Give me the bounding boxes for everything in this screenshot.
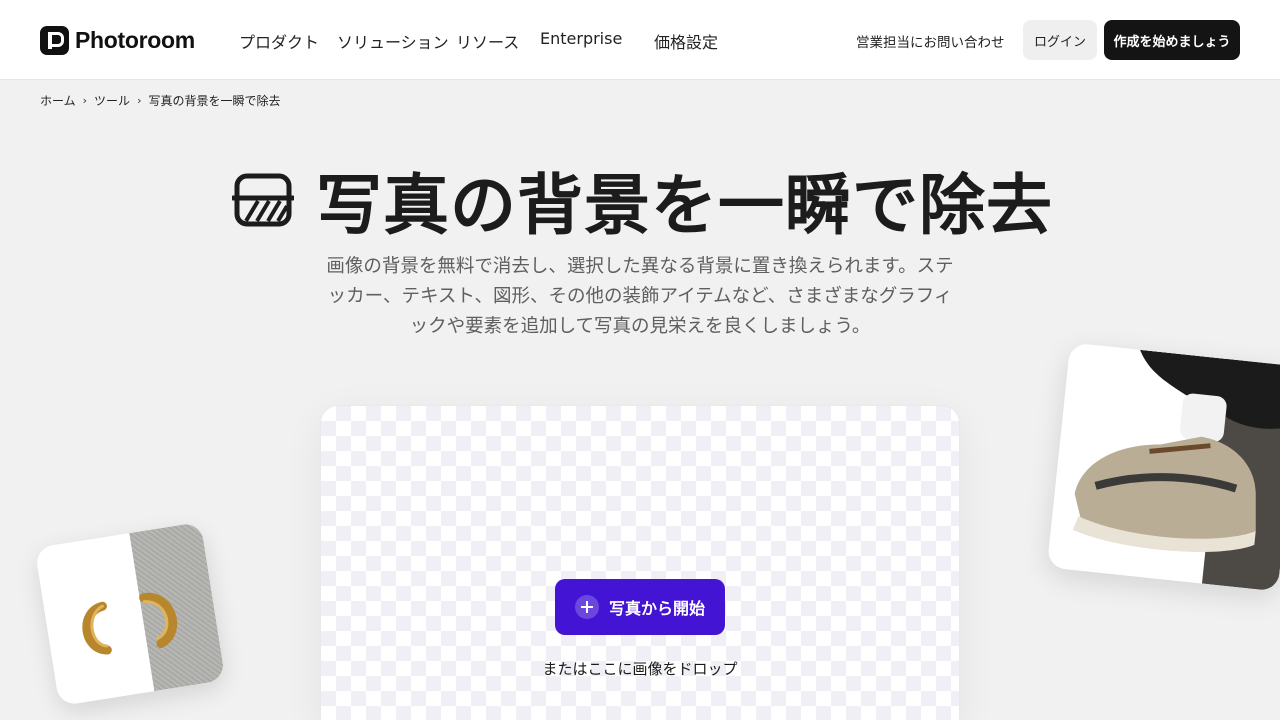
sneaker-example-image	[1046, 342, 1280, 592]
nav-item-product[interactable]: プロダクト	[239, 29, 319, 53]
nav-item-resources[interactable]: リソース	[456, 29, 519, 53]
nav-item-solutions[interactable]: ソリューション	[337, 29, 449, 53]
chevron-right-icon: ›	[137, 94, 142, 107]
drop-hint: またはここに画像をドロップ	[542, 660, 738, 678]
site-header: Photoroom プロダクト ソリューション リソース Enterprise …	[0, 0, 1280, 80]
logo[interactable]: Photoroom	[40, 25, 195, 55]
breadcrumb: ホーム › ツール › 写真の背景を一瞬で除去	[40, 92, 280, 109]
sneaker-illustration	[1072, 349, 1280, 552]
photoroom-logo-icon	[40, 25, 69, 55]
nav-item-enterprise[interactable]: Enterprise	[540, 29, 622, 48]
earrings-example-image	[34, 521, 226, 707]
page-title: 写真の背景を一瞬で除去	[316, 167, 1053, 244]
upload-button-label: 写真から開始	[608, 599, 705, 618]
hero-subtitle: 画像の背景を無料で消去し、選択した異なる背景に置き換えられます。ステッカー、テキ…	[326, 256, 954, 337]
brand-name: Photoroom	[75, 26, 195, 53]
start-creating-button[interactable]: 作成を始めましょう	[1104, 20, 1240, 60]
breadcrumb-current: 写真の背景を一瞬で除去	[148, 94, 281, 108]
upload-photo-button[interactable]: 写真から開始	[555, 579, 725, 635]
nav-item-pricing[interactable]: 価格設定	[654, 29, 718, 53]
hero-heading: 写真の背景を一瞬で除去	[230, 160, 1053, 244]
breadcrumb-home[interactable]: ホーム	[40, 92, 76, 109]
contact-sales-link[interactable]: 営業担当にお問い合わせ	[856, 31, 1005, 51]
login-button[interactable]: ログイン	[1023, 20, 1097, 60]
chevron-right-icon: ›	[82, 94, 88, 107]
earrings-illustration	[82, 593, 178, 655]
background-remover-icon	[230, 172, 296, 228]
plus-icon	[574, 595, 599, 619]
breadcrumb-tools[interactable]: ツール	[94, 92, 130, 109]
